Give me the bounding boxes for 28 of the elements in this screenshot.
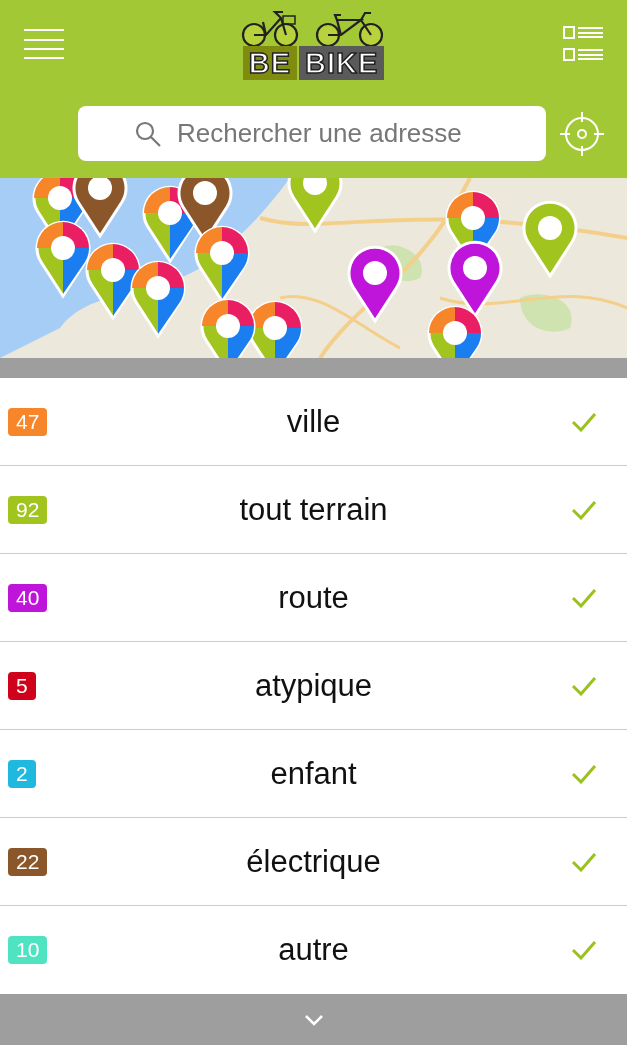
count-badge: 5	[8, 671, 36, 700]
logo-text: BE	[242, 46, 297, 80]
category-label: route	[278, 579, 349, 616]
count-badge: 10	[8, 936, 48, 964]
category-item[interactable]: 10 autre	[0, 906, 627, 994]
category-item[interactable]: 92 tout terrain	[0, 466, 627, 554]
category-label: électrique	[246, 843, 381, 880]
category-item[interactable]: 22 électrique	[0, 818, 627, 906]
category-label: autre	[278, 932, 349, 968]
list-icon[interactable]	[563, 25, 603, 63]
count-badge: 40	[8, 583, 48, 612]
category-item[interactable]: 40 route	[0, 554, 627, 642]
category-label: enfant	[270, 755, 357, 792]
search-icon	[135, 121, 161, 147]
search-field[interactable]: Rechercher une adresse	[78, 106, 546, 161]
count-badge: 2	[8, 759, 36, 788]
count-badge: 47	[8, 407, 48, 436]
count-badge: 22	[8, 847, 48, 876]
category-label: tout terrain	[239, 491, 388, 528]
category-label: ville	[286, 403, 341, 440]
locate-icon[interactable]	[560, 111, 604, 156]
count-badge: 92	[8, 495, 48, 524]
category-item[interactable]: 2 enfant	[0, 730, 627, 818]
category-item[interactable]: 5 atypique	[0, 642, 627, 730]
chevron-down-icon[interactable]	[303, 1013, 324, 1026]
category-item[interactable]: 47 ville	[0, 378, 627, 466]
category-label: atypique	[254, 667, 373, 704]
menu-icon[interactable]	[24, 28, 64, 60]
